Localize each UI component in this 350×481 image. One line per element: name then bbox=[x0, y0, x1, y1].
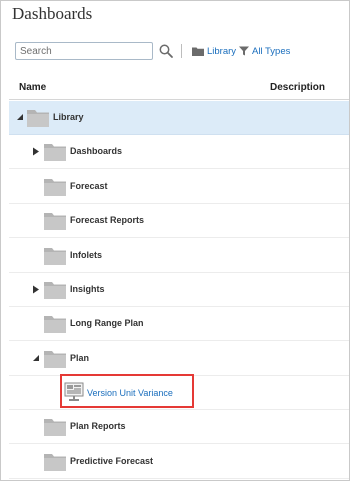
library-button[interactable]: Library bbox=[192, 43, 236, 59]
toolbar-divider bbox=[181, 44, 182, 58]
folder-icon bbox=[44, 348, 66, 368]
tree-item-label: Insights bbox=[70, 284, 105, 294]
folder-icon bbox=[44, 313, 66, 333]
tree-item-label: Library bbox=[53, 112, 84, 122]
search-input[interactable] bbox=[15, 42, 153, 60]
tree-row[interactable]: Predictive Forecast bbox=[9, 445, 349, 479]
tree-item-label: Forecast Reports bbox=[70, 215, 145, 225]
tree-item-label: Predictive Forecast bbox=[70, 456, 154, 466]
tree-item-label: Forecast bbox=[70, 181, 108, 191]
folder-icon bbox=[192, 46, 204, 56]
tree-row[interactable]: Forecast Reports bbox=[9, 204, 349, 238]
tree-row[interactable]: Library bbox=[9, 101, 349, 135]
folder-icon bbox=[44, 176, 66, 196]
type-filter-label: All Types bbox=[252, 45, 291, 57]
folder-icon bbox=[44, 245, 66, 265]
tree-item-label: Long Range Plan bbox=[70, 318, 144, 328]
tree-row[interactable]: Plan Reports bbox=[9, 410, 349, 444]
tree-item-label: Dashboards bbox=[70, 146, 123, 156]
folder-icon bbox=[44, 416, 66, 436]
folder-icon bbox=[44, 279, 66, 299]
tree-row[interactable]: Insights bbox=[9, 273, 349, 307]
page-title: Dashboards bbox=[12, 4, 93, 23]
library-label: Library bbox=[207, 45, 237, 57]
search-button[interactable] bbox=[158, 43, 174, 59]
tree-item-label: Infolets bbox=[70, 250, 103, 260]
tree-row[interactable]: Dashboards bbox=[9, 135, 349, 169]
tree-item-label: Plan Reports bbox=[70, 421, 126, 431]
tree-row[interactable]: Forecast bbox=[9, 170, 349, 204]
tree-row[interactable]: Infolets bbox=[9, 239, 349, 273]
table-header: Name Description bbox=[9, 79, 349, 99]
tree-item-label: Plan bbox=[70, 353, 90, 363]
search-icon bbox=[159, 44, 173, 58]
tree-row[interactable]: Plan bbox=[9, 342, 349, 376]
expand-triangle-icon[interactable] bbox=[31, 146, 41, 156]
folder-icon bbox=[27, 107, 49, 127]
dashboards-panel: Dashboards Library All Types Name Descri… bbox=[0, 0, 350, 481]
collapse-triangle-icon[interactable] bbox=[15, 112, 25, 122]
filter-icon bbox=[239, 46, 249, 56]
folder-icon bbox=[44, 141, 66, 161]
collapse-triangle-icon[interactable] bbox=[31, 353, 41, 363]
header-divider bbox=[9, 99, 349, 100]
folder-icon bbox=[44, 210, 66, 230]
type-filter-button[interactable]: All Types bbox=[239, 43, 290, 59]
highlight-annotation bbox=[60, 374, 194, 408]
tree-row[interactable]: Long Range Plan bbox=[9, 307, 349, 341]
column-header-description[interactable]: Description bbox=[270, 82, 325, 93]
expand-triangle-icon[interactable] bbox=[31, 284, 41, 294]
column-header-name[interactable]: Name bbox=[19, 82, 46, 93]
folder-icon bbox=[44, 451, 66, 471]
